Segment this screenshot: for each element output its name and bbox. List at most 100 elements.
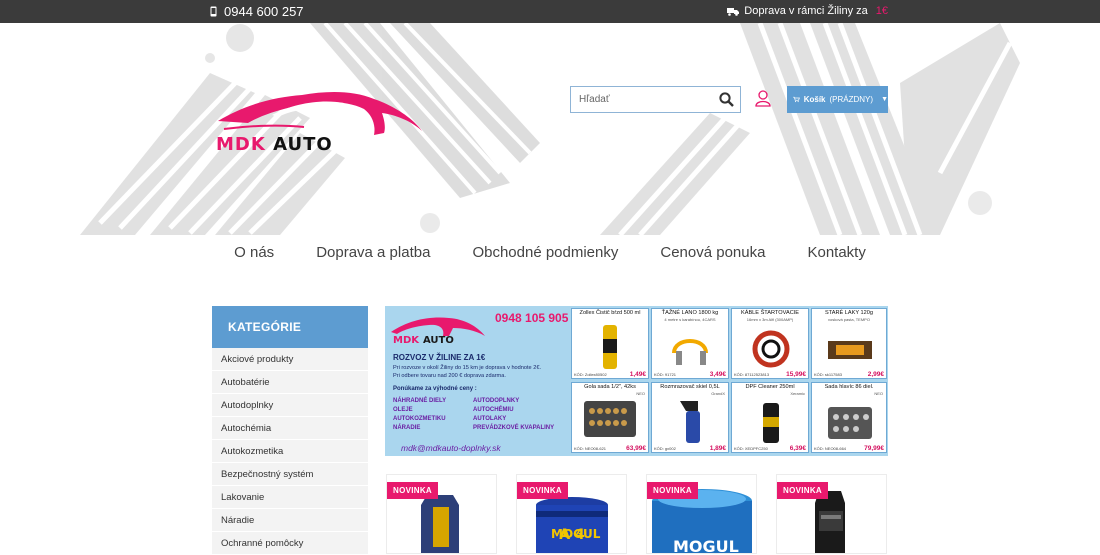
svg-text:MDK: MDK bbox=[393, 335, 420, 346]
cart-status: (PRÁZDNY) bbox=[829, 95, 874, 104]
search-input[interactable] bbox=[571, 87, 712, 112]
product-code: KÓD: Zollex80502 bbox=[574, 372, 607, 377]
banner-product[interactable]: ŤAŽNÉ LANO 1800 kg 4 metre s karabínou, … bbox=[651, 308, 729, 379]
sidebar-item-autodoplnky[interactable]: Autodoplnky bbox=[212, 394, 368, 417]
main-nav: O nás Doprava a platba Obchodné podmienk… bbox=[0, 244, 1100, 266]
sidebar-item-lakovanie[interactable]: Lakovanie bbox=[212, 486, 368, 509]
top-bar: 0944 600 257 Doprava v rámci Žiliny za 1… bbox=[0, 0, 1100, 23]
banner-item: NÁRADIE bbox=[393, 425, 421, 431]
product-price: 2,99€ bbox=[867, 371, 884, 378]
product-name: Gola sada 1/2", 42ks bbox=[584, 384, 636, 390]
phone-number: 0944 600 257 bbox=[224, 4, 304, 19]
promo-banner[interactable]: MDK AUTO 0948 105 905 ROZVOZ V ŽILINE ZA… bbox=[385, 306, 888, 456]
sidebar-item-autochemia[interactable]: Autochémia bbox=[212, 417, 368, 440]
header: MDK AUTO Košík (PRÁZDNY) ▼ bbox=[0, 23, 1100, 235]
product-card[interactable]: NOVINKA bbox=[386, 474, 497, 554]
sidebar-item-ochranne-pomocky[interactable]: Ochranné pomôcky bbox=[212, 532, 368, 555]
banner-item: AUTOLAKY bbox=[473, 416, 507, 422]
banner-product[interactable]: DPF Cleaner 250ml Xeramic KÓD: XEDPFC250… bbox=[731, 382, 809, 453]
phone-icon bbox=[210, 6, 217, 17]
product-code: KÓD: 91721 bbox=[654, 372, 677, 377]
product-sub: vosková pasta, TEMPO bbox=[828, 317, 870, 322]
search-box bbox=[570, 86, 741, 113]
card-brand: MOGUL bbox=[673, 537, 739, 554]
banner-product[interactable]: Gola sada 1/2", 42ks NEO KÓD: NEO08-621 … bbox=[571, 382, 649, 453]
novinka-badge: NOVINKA bbox=[517, 482, 568, 499]
product-image bbox=[828, 341, 872, 359]
banner-product[interactable]: KÁBLE ŠTARTOVACIE 16mm x 3m Alfi (300AMP… bbox=[731, 308, 809, 379]
topbar-phone[interactable]: 0944 600 257 bbox=[210, 4, 304, 19]
product-code: KÓD: gx002 bbox=[654, 446, 676, 451]
banner-item: AUTOKOZMETIKU bbox=[393, 416, 446, 422]
product-price: 15,99€ bbox=[786, 371, 806, 378]
card-brand: MOGUL bbox=[551, 527, 601, 541]
banner-line-2: Pri odbere tovaru nad 200 € doprava zdar… bbox=[393, 373, 506, 379]
sidebar-item-naradie[interactable]: Náradie bbox=[212, 509, 368, 532]
banner-heading: ROZVOZ V ŽILINE ZA 1€ bbox=[393, 353, 486, 362]
banner-product[interactable]: STARÉ LAKY 120g vosková pasta, TEMPO KÓD… bbox=[811, 308, 887, 379]
product-image bbox=[763, 403, 779, 443]
logo-text: MDK AUTO bbox=[216, 134, 333, 155]
product-price: 6,39€ bbox=[789, 445, 806, 452]
product-code: KÓD: 87112523813 bbox=[734, 372, 770, 377]
logo-word-auto: AUTO bbox=[273, 134, 333, 155]
product-sub: 16mm x 3m Alfi (300AMP) bbox=[746, 317, 794, 322]
banner-product[interactable]: Sada hlavíc 86 diel. NEO KÓD: NEO08-664 … bbox=[811, 382, 887, 453]
product-card[interactable]: NOVINKA MOGUL bbox=[646, 474, 757, 554]
nav-item-doprava-a-platba[interactable]: Doprava a platba bbox=[316, 244, 430, 266]
product-card[interactable]: NOVINKA bbox=[776, 474, 887, 554]
product-image bbox=[680, 401, 700, 443]
nav-item-cenova-ponuka[interactable]: Cenová ponuka bbox=[660, 244, 765, 266]
shipping-price: 1€ bbox=[875, 5, 888, 17]
product-sub: NEO bbox=[874, 391, 883, 396]
cart-button[interactable]: Košík (PRÁZDNY) ▼ bbox=[787, 86, 888, 113]
banner-email: mdk@mdkauto-doplnky.sk bbox=[401, 443, 501, 453]
product-name: STARÉ LAKY 120g bbox=[825, 310, 873, 316]
novinka-badge: NOVINKA bbox=[647, 482, 698, 499]
product-card[interactable]: A 4 NOVINKA MOGUL bbox=[516, 474, 627, 554]
banner-item: AUTOCHÉMIU bbox=[473, 407, 514, 413]
product-code: KÓD: XEDPFC250 bbox=[734, 446, 768, 451]
sidebar-item-autokozmetika[interactable]: Autokozmetika bbox=[212, 440, 368, 463]
novinka-badge: NOVINKA bbox=[777, 482, 828, 499]
banner-item: NÁHRADNÉ DIELY bbox=[393, 398, 447, 404]
sidebar-item-bezpecnostny-system[interactable]: Bezpečnostný systém bbox=[212, 463, 368, 486]
sidebar-item-autobaterie[interactable]: Autobatérie bbox=[212, 371, 368, 394]
tire-track-right-decoration bbox=[600, 23, 1020, 235]
product-price: 1,89€ bbox=[709, 445, 726, 452]
product-sub: GrandX bbox=[711, 391, 725, 396]
nav-item-obchodne-podmienky[interactable]: Obchodné podmienky bbox=[472, 244, 618, 266]
category-sidebar: KATEGÓRIE Akciové produkty Autobatérie A… bbox=[212, 306, 368, 555]
product-code: KÓD: sk117583 bbox=[814, 372, 842, 377]
cart-icon bbox=[793, 96, 800, 103]
product-name: Zollex Čistič bŕzd 500 ml bbox=[579, 310, 641, 316]
banner-product[interactable]: Zollex Čistič bŕzd 500 ml KÓD: Zollex805… bbox=[571, 308, 649, 379]
product-image bbox=[603, 325, 617, 369]
sidebar-title: KATEGÓRIE bbox=[212, 306, 368, 348]
banner-item: OLEJE bbox=[393, 407, 413, 413]
product-sub: NEO bbox=[636, 391, 645, 396]
user-account-icon[interactable] bbox=[754, 89, 772, 107]
product-image bbox=[672, 339, 708, 365]
chevron-down-icon: ▼ bbox=[881, 96, 888, 103]
banner-item: PREVÁDZKOVÉ KVAPALINY bbox=[473, 425, 555, 431]
banner-line-1: Pri rozvoze v okolí Žiliny do 15 km je d… bbox=[393, 365, 541, 371]
cart-label: Košík bbox=[803, 95, 826, 104]
nav-item-kontakty[interactable]: Kontakty bbox=[807, 244, 865, 266]
banner-product[interactable]: Rozmrazovač skiel 0,5L GrandX KÓD: gx002… bbox=[651, 382, 729, 453]
product-name: ŤAŽNÉ LANO 1800 kg bbox=[661, 310, 719, 316]
product-price: 3,49€ bbox=[709, 371, 726, 378]
search-button[interactable] bbox=[712, 87, 740, 112]
product-name: KÁBLE ŠTARTOVACIE bbox=[740, 310, 800, 316]
product-price: 79,99€ bbox=[864, 445, 884, 452]
nav-item-o-nas[interactable]: O nás bbox=[234, 244, 274, 266]
product-image bbox=[584, 401, 636, 437]
product-name: DPF Cleaner 250ml bbox=[745, 384, 795, 390]
shipping-info: Doprava v rámci Žiliny za 1€ bbox=[727, 5, 888, 17]
banner-info: MDK AUTO 0948 105 905 ROZVOZ V ŽILINE ZA… bbox=[385, 306, 569, 456]
banner-logo-image: MDK AUTO bbox=[391, 317, 485, 346]
product-price: 1,49€ bbox=[629, 371, 646, 378]
sidebar-item-akciove-produkty[interactable]: Akciové produkty bbox=[212, 348, 368, 371]
product-sub: 4 metre s karabínou, 4CARS bbox=[664, 317, 716, 322]
product-name: Rozmrazovač skiel 0,5L bbox=[660, 384, 720, 390]
